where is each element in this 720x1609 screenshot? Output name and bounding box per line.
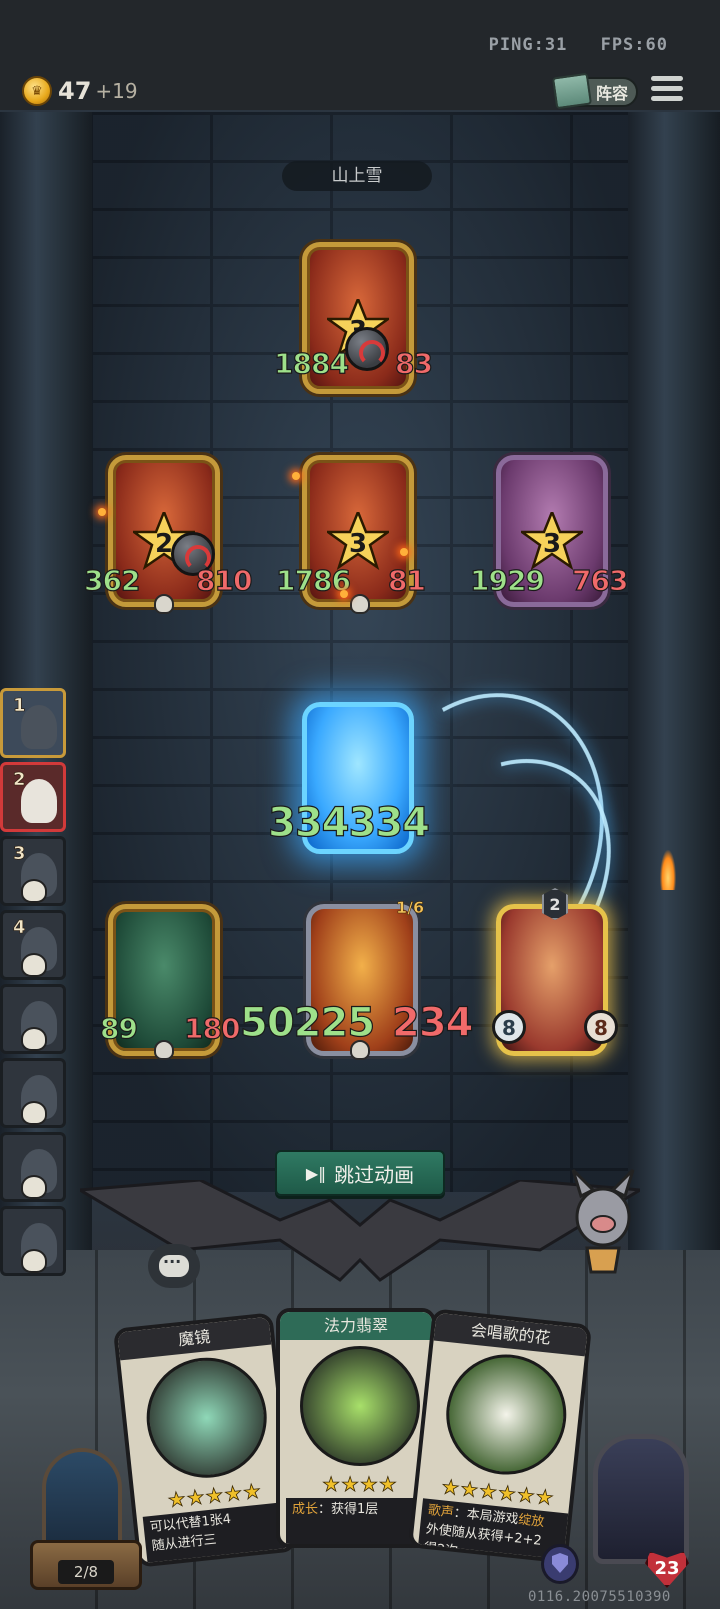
ember-spark: [400, 548, 408, 556]
enemy-1-attack: 1884: [273, 346, 349, 380]
roster-item-7[interactable]: [0, 1132, 66, 1202]
singing-flower-art: [440, 1348, 573, 1481]
ally-2-attack: 50225: [239, 999, 375, 1046]
skull-icon: [21, 1101, 47, 1125]
enemy-2-attack: 362: [83, 563, 141, 597]
hand-card-title: 法力翡翠: [280, 1312, 432, 1340]
enemy-4-health: 763: [571, 563, 629, 597]
roster-number: 3: [13, 843, 26, 865]
stage-name: 山上雪: [282, 161, 432, 191]
roster-number: 2: [13, 769, 26, 791]
skull-icon: [21, 953, 47, 977]
gold-income: +19: [95, 79, 138, 103]
lineup-button[interactable]: 阵容: [551, 72, 638, 110]
gold-counter: ♛ 47 +19: [22, 76, 138, 106]
enemy-2-health: 810: [195, 563, 253, 597]
card-text-line: ：获得1层: [318, 1502, 379, 1517]
enemy-1-health: 83: [394, 346, 433, 380]
roster-item-1[interactable]: 1: [0, 688, 66, 758]
lineup-label: 阵容: [595, 84, 628, 103]
roster-item-4[interactable]: 4: [0, 910, 66, 980]
skull-icon: [154, 594, 174, 614]
ally-2-counter: 1/6: [396, 898, 425, 918]
ally-3-attack: 8: [492, 1010, 526, 1044]
deck-pile[interactable]: 2/8: [30, 1448, 142, 1596]
enemy-4-attack: 1929: [469, 563, 545, 597]
card-keyword: 成长: [292, 1502, 319, 1517]
shield-icon[interactable]: [541, 1544, 579, 1584]
enemy-3-health: 81: [387, 563, 426, 597]
card-keyword: 歌声: [427, 1502, 455, 1521]
roster-number: 1: [13, 695, 26, 717]
ember-spark: [98, 508, 106, 516]
network-stats: PING:31 FPS:60: [467, 35, 668, 55]
ally-3-health: 8: [584, 1010, 618, 1044]
avatar: [21, 705, 57, 749]
roster-item-6[interactable]: [0, 1058, 66, 1128]
ping-readout: PING:31: [488, 35, 568, 55]
right-pillar: [628, 112, 720, 1262]
skull-icon: [154, 1040, 174, 1060]
roster-item-8[interactable]: [0, 1206, 66, 1276]
hero-avatar: [593, 1434, 689, 1564]
chat-button[interactable]: [148, 1244, 200, 1288]
menu-button[interactable]: [651, 76, 683, 104]
hero-portrait[interactable]: 23: [585, 1434, 697, 1588]
ember-spark: [292, 472, 300, 480]
crown-coin-icon: ♛: [22, 76, 52, 106]
deck-count: 2/8: [58, 1560, 114, 1584]
skull-icon: [21, 1027, 47, 1051]
bomb-icon: [345, 327, 389, 371]
roster-item-5[interactable]: [0, 984, 66, 1054]
skull-icon: [350, 594, 370, 614]
build-id: 0116.20075510390: [528, 1589, 671, 1605]
enemy-3-attack: 1786: [275, 563, 351, 597]
ally-2-health: 234: [391, 999, 474, 1046]
roster-item-3[interactable]: 3: [0, 836, 66, 906]
skull-icon: [21, 879, 47, 903]
avatar: [21, 779, 57, 823]
torch-flame: [660, 850, 676, 890]
roster-number: 4: [13, 917, 26, 939]
fps-readout: FPS:60: [600, 35, 668, 55]
chat-bubble-icon: [159, 1252, 189, 1277]
lineup-book-icon: [551, 72, 593, 110]
skull-icon: [21, 1249, 47, 1273]
star-rating: ★★★★: [322, 1472, 398, 1497]
ally-1-attack: 89: [99, 1011, 138, 1045]
roster-item-2[interactable]: 2: [0, 762, 66, 832]
ember-spark: [340, 590, 348, 598]
skip-animation-label: 跳过动画: [334, 1162, 415, 1187]
hamburger-icon: [651, 76, 683, 81]
skip-animation-button[interactable]: ▶‖ 跳过动画: [275, 1150, 445, 1196]
top-bar: PING:31 FPS:60 ♛ 47 +19 阵容: [0, 0, 720, 112]
mana-emerald-art: [300, 1346, 420, 1466]
play-pause-icon: ▶‖: [305, 1163, 327, 1183]
card-keyword: 绽放: [517, 1512, 546, 1531]
magic-mirror-art: [140, 1351, 273, 1484]
bat-mascot[interactable]: [563, 1162, 643, 1302]
skull-icon: [350, 1040, 370, 1060]
ally-1-health: 180: [183, 1011, 241, 1045]
hand-card-3[interactable]: 会唱歌的花 ★★★★★★ 歌声：本局游戏绽放 外使随从获得+2+2 得2次: [407, 1308, 593, 1564]
gold-value: 47: [58, 77, 92, 105]
opponent-roster: 1 2 3 4: [0, 688, 70, 1280]
skull-icon: [21, 1175, 47, 1199]
